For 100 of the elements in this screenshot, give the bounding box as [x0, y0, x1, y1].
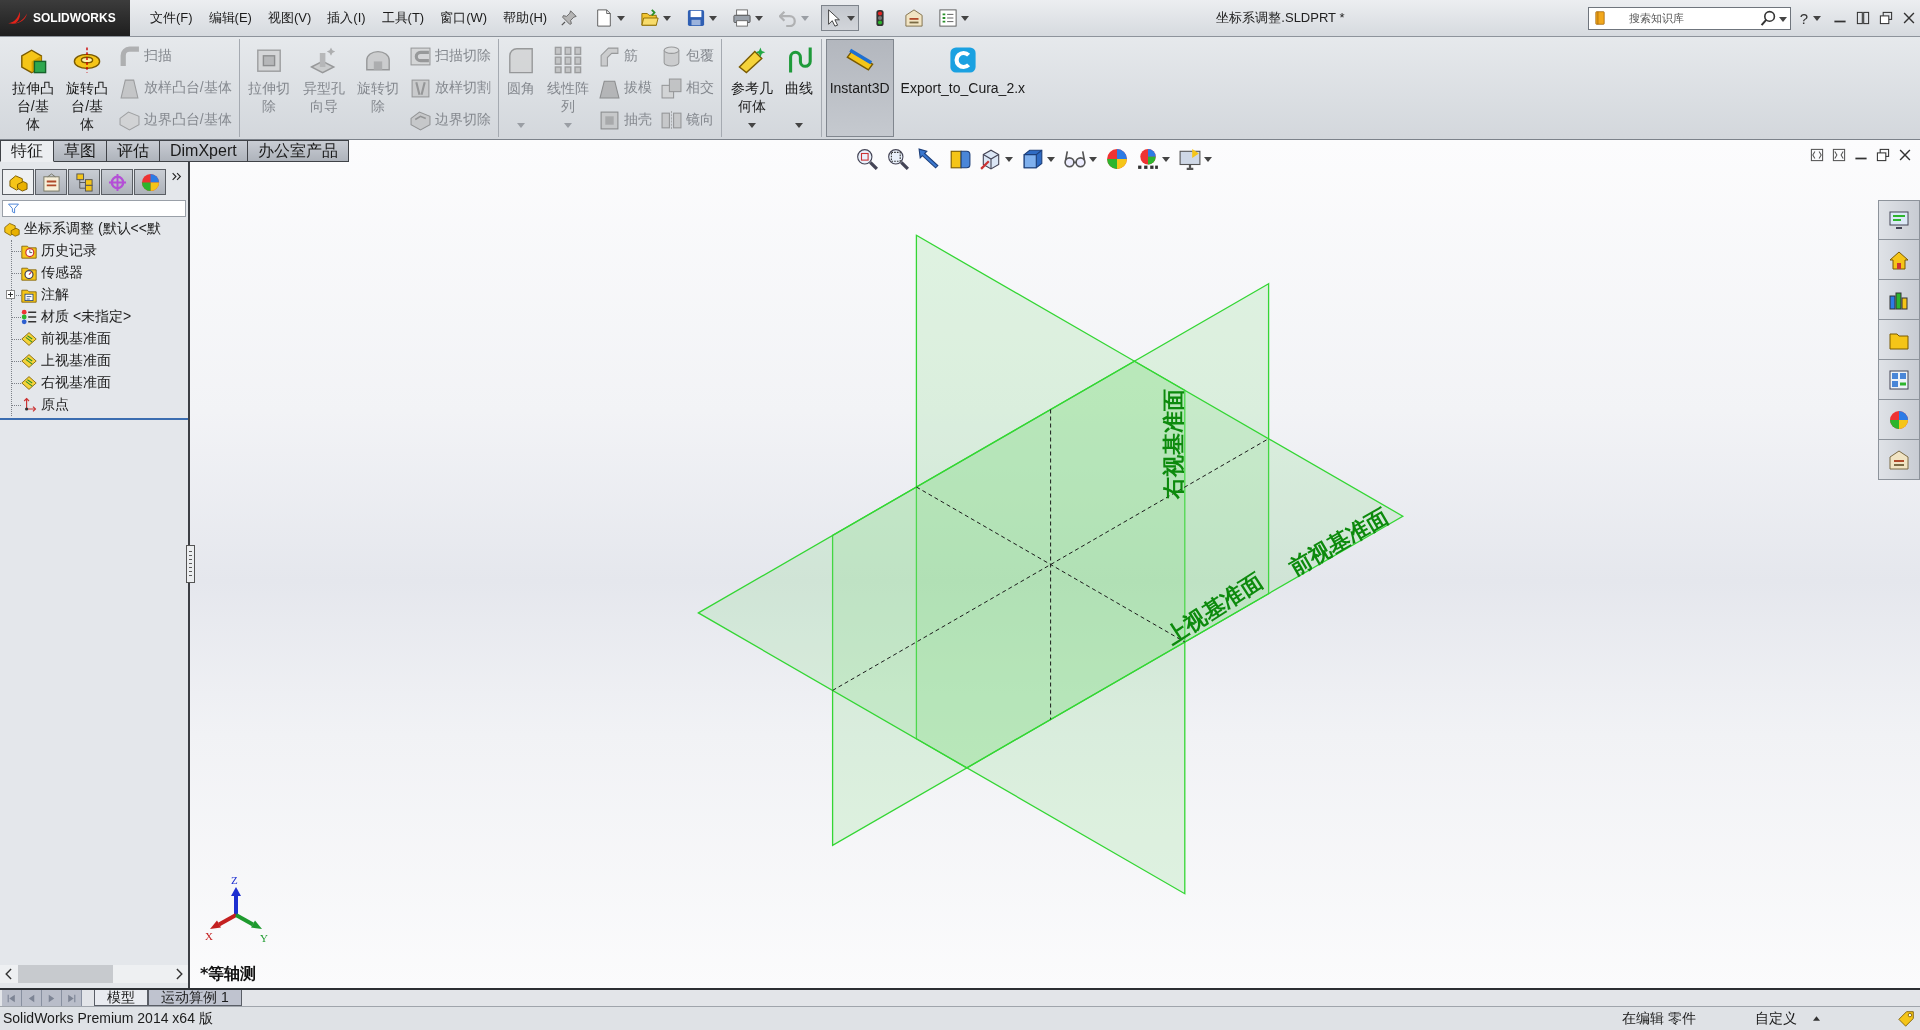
caret-icon[interactable] [755, 15, 764, 21]
panel-tab[interactable] [101, 169, 133, 195]
close-icon[interactable] [1902, 11, 1916, 25]
ribbon-button[interactable]: Instant3D [825, 39, 894, 137]
ribbon-button[interactable]: 旋转凸台/基体 [61, 39, 113, 137]
ribbon-button[interactable]: 参考几何体 [726, 39, 778, 137]
menu-item[interactable]: 视图(V) [261, 8, 318, 28]
document-tab[interactable]: 模型 [94, 990, 148, 1006]
new-document-icon [595, 9, 614, 27]
panel-tab[interactable] [35, 169, 67, 195]
task-pane-tab[interactable] [1878, 400, 1920, 440]
clipboard-icon [41, 172, 61, 192]
block-icon [18, 46, 47, 74]
ribbon-button[interactable]: 曲线 [780, 39, 817, 137]
tree-item[interactable]: 历史记录 [21, 242, 99, 260]
search-field[interactable]: 搜索知识库 [1587, 6, 1791, 30]
cube-icon[interactable] [1022, 148, 1044, 170]
tree-item[interactable]: 注解 [21, 286, 71, 304]
command-tab[interactable]: 特征 [0, 140, 54, 162]
search-icon[interactable] [1759, 9, 1776, 26]
caret-icon[interactable] [794, 123, 803, 128]
close-icon[interactable] [1898, 148, 1912, 162]
menu-item[interactable]: 窗口(W) [434, 8, 494, 28]
tree-item[interactable]: 传感器 [21, 264, 85, 282]
tree-item[interactable]: 前视基准面 [21, 330, 113, 348]
menu-item[interactable]: 编辑(E) [202, 8, 258, 28]
menu-item[interactable]: 文件(F) [144, 8, 199, 28]
command-tab[interactable]: DimXpert [160, 140, 248, 162]
ribbon-button[interactable]: Export_to_Cura_2.x [896, 39, 1030, 137]
toolbar-button[interactable] [821, 5, 860, 31]
color-list-icon [21, 309, 37, 325]
plane-star-icon [737, 46, 766, 74]
view-orientation-icon[interactable] [980, 148, 1002, 170]
caret-icon[interactable] [1005, 156, 1013, 162]
document-tab[interactable]: 运动算例 1 [148, 990, 242, 1006]
task-pane-tab[interactable] [1878, 200, 1920, 240]
tree-item[interactable]: 右视基准面 [21, 374, 113, 392]
command-tab[interactable]: 评估 [107, 140, 160, 162]
panel-tab[interactable] [2, 169, 34, 195]
boundary-surface-icon [118, 109, 140, 131]
double-chevron-icon[interactable] [171, 171, 182, 182]
help-button[interactable]: ? [1799, 9, 1808, 27]
arrow-icon[interactable] [918, 148, 940, 170]
caret-icon[interactable] [747, 123, 756, 128]
tag-icon[interactable] [1898, 1010, 1915, 1027]
expand-icon[interactable] [6, 290, 15, 299]
splitter-handle[interactable] [186, 545, 195, 583]
caret-icon[interactable] [1047, 156, 1055, 162]
command-tab[interactable]: 草图 [54, 140, 107, 162]
caret-icon[interactable] [1162, 156, 1170, 162]
open-folder-icon [641, 9, 660, 27]
caret-icon[interactable] [1813, 15, 1821, 21]
horizontal-split-icon[interactable] [1810, 148, 1824, 162]
filter-field[interactable] [2, 200, 186, 217]
book-icon [1592, 9, 1607, 26]
units-menu[interactable]: 自定义 [1755, 1009, 1813, 1028]
tree-item[interactable]: 上视基准面 [21, 352, 113, 370]
task-pane-tab[interactable] [1878, 240, 1920, 280]
restore-icon[interactable] [1879, 11, 1893, 25]
caret-icon[interactable] [709, 15, 718, 21]
color-ball-icon [1889, 409, 1909, 430]
ribbon-button[interactable]: 拉伸凸台/基体 [7, 39, 59, 137]
caret-icon[interactable] [1089, 156, 1097, 162]
tree-item[interactable]: 坐标系调整 (默认<<默 [4, 220, 163, 238]
mirror-icon [661, 109, 683, 131]
vertical-split-icon[interactable] [1832, 148, 1846, 162]
restore-icon[interactable] [1876, 148, 1890, 162]
scene-icon[interactable] [1137, 148, 1159, 170]
tree-item[interactable]: 材质 <未指定> [21, 308, 134, 326]
scrollbar-thumb[interactable] [18, 965, 113, 983]
caret-icon[interactable] [1204, 156, 1212, 162]
task-pane-tab[interactable] [1878, 280, 1920, 320]
tile-grid-icon [1889, 369, 1909, 390]
caret-icon[interactable] [1813, 1016, 1820, 1021]
caret-icon[interactable] [961, 15, 970, 21]
zoom-fit-icon[interactable] [856, 148, 878, 170]
tree-item[interactable]: 原点 [21, 396, 71, 414]
monitor-icon[interactable] [1179, 148, 1201, 170]
menu-item[interactable]: 帮助(H) [497, 8, 554, 28]
menu-item[interactable]: 插入(I) [321, 8, 372, 28]
caret-icon[interactable] [663, 15, 672, 21]
axis-label: Y [260, 932, 268, 944]
sweep-icon [118, 45, 140, 67]
caret-icon[interactable] [617, 15, 626, 21]
color-ball-icon[interactable] [1106, 148, 1128, 170]
note-folder-icon [21, 287, 37, 303]
caret-icon[interactable] [1778, 16, 1787, 22]
section-view-icon[interactable] [949, 148, 971, 170]
command-tab[interactable]: 办公室产品 [247, 140, 349, 162]
panel-tab[interactable] [68, 169, 100, 195]
zoom-area-icon[interactable] [887, 148, 909, 170]
menu-item[interactable]: 工具(T) [375, 8, 431, 28]
task-pane-tab[interactable] [1878, 360, 1920, 400]
fillet-icon [506, 46, 535, 74]
pin-icon[interactable] [561, 10, 578, 26]
task-pane-tab[interactable] [1878, 440, 1920, 480]
panel-tab[interactable] [134, 169, 166, 195]
glasses-icon[interactable] [1064, 148, 1086, 170]
tile-windows-icon[interactable] [1856, 11, 1870, 25]
caret-icon[interactable] [847, 15, 856, 21]
